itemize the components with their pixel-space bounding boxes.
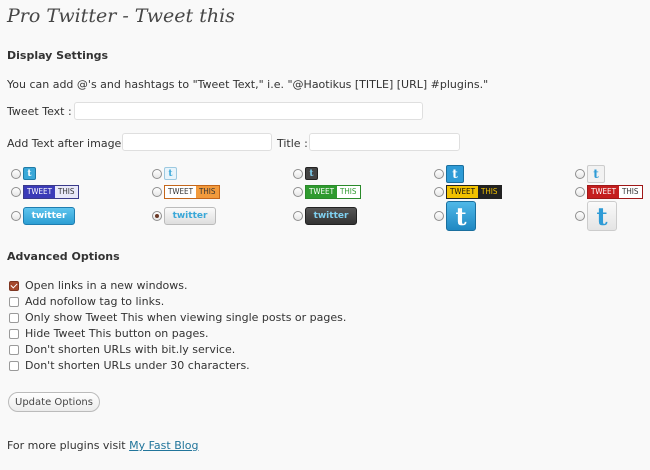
- style-radio-6[interactable]: [11, 187, 21, 197]
- tweet-text-input[interactable]: [74, 102, 423, 120]
- update-options-button[interactable]: Update Options: [8, 392, 100, 412]
- checkbox-hide-on-pages[interactable]: [9, 329, 19, 339]
- style-radio-15[interactable]: [575, 211, 585, 221]
- page-title: Pro Twitter - Tweet this: [7, 5, 235, 27]
- option-label: Don't shorten URLs under 30 characters.: [25, 359, 250, 372]
- option-label: Don't shorten URLs with bit.ly service.: [25, 343, 236, 356]
- tweet-text-label: Tweet Text :: [7, 105, 72, 118]
- style-radio-3[interactable]: [293, 169, 303, 179]
- checkbox-no-bitly[interactable]: [9, 345, 19, 355]
- my-fast-blog-link[interactable]: My Fast Blog: [129, 439, 198, 452]
- style-radio-8[interactable]: [293, 187, 303, 197]
- advanced-options-heading: Advanced Options: [7, 250, 120, 263]
- style-radio-12[interactable]: [152, 211, 162, 221]
- add-text-label: Add Text after image :: [7, 137, 129, 150]
- option-label: Open links in a new windows.: [25, 279, 188, 292]
- style-radio-14[interactable]: [434, 211, 444, 221]
- style-radio-9[interactable]: [434, 187, 444, 197]
- footer-prefix: For more plugins visit: [7, 439, 126, 452]
- tweet-this-button-style: TWEET THIS: [23, 185, 79, 199]
- checkbox-no-shorten-short-urls[interactable]: [9, 361, 19, 371]
- twitter-logo-dark: twitter: [305, 207, 357, 225]
- add-text-input[interactable]: [122, 133, 272, 151]
- checkbox-nofollow[interactable]: [9, 297, 19, 307]
- tweet-this-button-style: TWEET THIS: [164, 185, 220, 199]
- twitter-bird-large-icon: t: [587, 201, 617, 231]
- style-radio-11[interactable]: [11, 211, 21, 221]
- twitter-bird-icon: t: [587, 165, 605, 183]
- footer-text: For more plugins visit My Fast Blog: [7, 439, 199, 452]
- style-radio-1[interactable]: [11, 169, 21, 179]
- style-radio-13[interactable]: [293, 211, 303, 221]
- tweet-this-button-style: TWEET THIS: [305, 185, 361, 199]
- tweet-this-button-style: TWEET THIS: [587, 185, 643, 199]
- help-text: You can add @'s and hashtags to "Tweet T…: [7, 78, 489, 91]
- option-label: Add nofollow tag to links.: [25, 295, 165, 308]
- twitter-logo-gray: twitter: [164, 207, 216, 225]
- style-radio-7[interactable]: [152, 187, 162, 197]
- title-input[interactable]: [309, 133, 460, 151]
- twitter-bird-icon: t: [305, 167, 318, 180]
- checkbox-single-posts-only[interactable]: [9, 313, 19, 323]
- style-radio-2[interactable]: [152, 169, 162, 179]
- display-settings-heading: Display Settings: [7, 49, 109, 62]
- twitter-logo-blue: twitter: [23, 207, 75, 225]
- twitter-bird-icon: t: [23, 167, 36, 180]
- title-label: Title :: [277, 137, 308, 150]
- twitter-bird-icon: t: [164, 167, 177, 180]
- twitter-bird-icon: t: [446, 165, 464, 183]
- style-radio-10[interactable]: [575, 187, 585, 197]
- style-radio-4[interactable]: [434, 169, 444, 179]
- option-label: Only show Tweet This when viewing single…: [25, 311, 347, 324]
- checkbox-open-new-window[interactable]: [9, 281, 19, 291]
- tweet-this-button-style: TWEET THIS: [446, 185, 502, 199]
- twitter-bird-large-icon: t: [446, 201, 476, 231]
- style-radio-5[interactable]: [575, 169, 585, 179]
- option-label: Hide Tweet This button on pages.: [25, 327, 209, 340]
